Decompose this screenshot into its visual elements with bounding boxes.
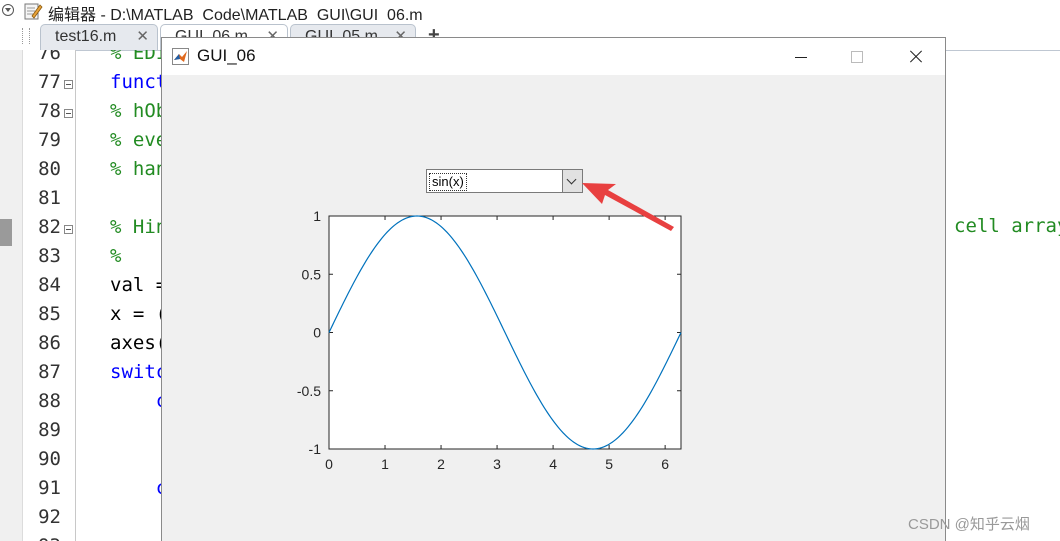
code-line: funct <box>110 71 168 93</box>
popup-selected-value: sin(x) <box>429 173 467 191</box>
code-line: axes( <box>110 332 168 354</box>
code-line: c <box>110 390 168 412</box>
code-line: % han <box>110 158 168 180</box>
tab-close-icon[interactable]: ✕ <box>136 27 149 45</box>
y-tick-label: 1 <box>313 208 321 224</box>
code-line: x = ( <box>110 303 168 325</box>
maximize-button[interactable] <box>837 43 877 71</box>
code-line: switc <box>110 361 168 383</box>
editor-pencil-icon <box>24 3 43 20</box>
tab-strip-handle[interactable] <box>22 28 30 44</box>
plot-svg: 0 1 2 3 4 5 6 -1 -0.5 0 0.5 1 <box>297 208 682 472</box>
x-tick-label: 1 <box>381 456 389 472</box>
x-tick-label: 5 <box>605 456 613 472</box>
figure-window-title: GUI_06 <box>197 46 256 65</box>
y-tick-label: -1 <box>309 441 322 457</box>
x-tick-label: 0 <box>325 456 333 472</box>
code-line: % hOb <box>110 100 168 122</box>
y-tick-label: 0 <box>313 325 321 341</box>
code-fragment-right: cell array <box>954 215 1060 237</box>
code-line: % <box>110 245 122 267</box>
x-tick-label: 6 <box>661 456 669 472</box>
code-line: c <box>110 477 168 499</box>
y-tick-label: -0.5 <box>297 383 321 399</box>
matlab-logo-icon <box>172 48 189 65</box>
editor-title-bar: 编辑器 - D:\MATLAB_Code\MATLAB_GUI\GUI_06.m <box>0 0 1060 24</box>
x-tick-label: 2 <box>437 456 445 472</box>
minimize-button[interactable] <box>781 43 821 71</box>
x-tick-label: 4 <box>549 456 557 472</box>
x-tick-label: 3 <box>493 456 501 472</box>
figure-title-bar: GUI_06 <box>162 38 945 75</box>
code-line: % Hin <box>110 216 168 238</box>
figure-window: GUI_06 sin(x) 0 1 2 3 4 5 6 -1 -0.5 0 0.5 1 <box>161 37 946 541</box>
function-popup-menu[interactable]: sin(x) <box>426 169 583 193</box>
close-button[interactable] <box>895 43 935 71</box>
axes-plot: 0 1 2 3 4 5 6 -1 -0.5 0 0.5 1 <box>282 203 702 473</box>
tab-label: test16.m <box>55 28 117 45</box>
y-tick-label: 0.5 <box>302 266 322 282</box>
code-line: % eve <box>110 129 168 151</box>
csdn-watermark: CSDN @知乎云烟 <box>908 516 1030 533</box>
code-line: val = <box>110 274 168 296</box>
annotation-arrow-icon <box>582 183 674 231</box>
window-menu-icon[interactable] <box>2 4 14 16</box>
tab-test16[interactable]: test16.m ✕ <box>40 24 158 50</box>
popup-value-box[interactable]: sin(x) <box>426 169 563 193</box>
